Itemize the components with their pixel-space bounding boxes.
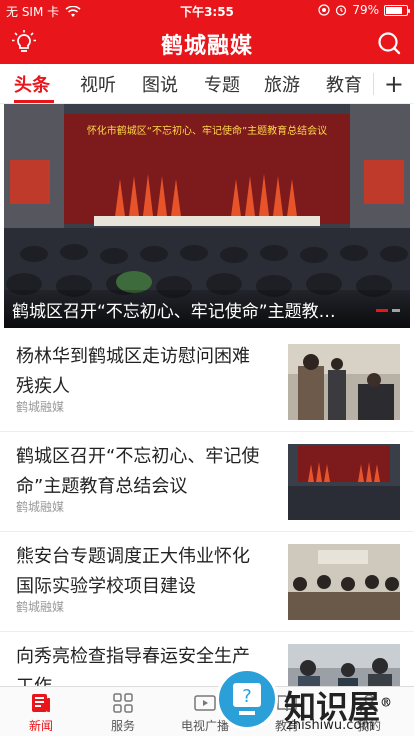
battery-icon bbox=[384, 4, 410, 16]
news-source: 鹤城融媒 bbox=[16, 500, 65, 514]
status-right: 79% bbox=[318, 3, 410, 17]
hero-caption: 鹤城区召开“不忘初心、牢记使命”主题教… bbox=[4, 290, 410, 328]
tab-toutiao[interactable]: 头条 bbox=[14, 71, 50, 97]
battery-fill bbox=[386, 6, 402, 14]
grid-icon bbox=[113, 693, 133, 713]
status-bar: 无 SIM 卡 下午3:55 79% bbox=[0, 0, 414, 22]
nav-services-label: 服务 bbox=[110, 719, 135, 733]
carousel-dot bbox=[392, 309, 400, 312]
nav-news-label: 新闻 bbox=[28, 719, 53, 733]
news-icon bbox=[32, 694, 50, 712]
watermark-domain: zhishiwu.com bbox=[286, 718, 375, 733]
news-thumbnail bbox=[288, 344, 400, 420]
app-header: 鹤城融媒 bbox=[0, 22, 414, 64]
question-icon: ? bbox=[233, 683, 261, 715]
news-title: 杨林华到鹤城区走访慰问困难残疾人 bbox=[16, 346, 250, 397]
news-item-1[interactable]: 杨林华到鹤城区走访慰问困难残疾人 鹤城融媒 bbox=[0, 332, 414, 432]
battery-percent: 79% bbox=[352, 3, 379, 17]
watermark-logo: ? bbox=[216, 668, 278, 730]
category-tabs: 头条 视听 图说 专题 旅游 教育 + bbox=[0, 64, 414, 104]
news-thumbnail bbox=[288, 444, 400, 520]
svg-text:?: ? bbox=[242, 686, 252, 707]
nav-news[interactable]: 新闻 bbox=[0, 691, 82, 734]
hero-carousel[interactable]: 怀化市鹤城区“不忘初心、牢记使命”主题教育总结会议 鹤城区召开“不忘初心、牢记使… bbox=[4, 104, 410, 328]
carousel-dot-active bbox=[376, 309, 388, 312]
news-title: 鹤城区召开“不忘初心、牢记使命”主题教育总结会议 bbox=[16, 446, 260, 497]
news-item-2[interactable]: 鹤城区召开“不忘初心、牢记使命”主题教育总结会议 鹤城融媒 bbox=[0, 432, 414, 532]
tab-lvyou[interactable]: 旅游 bbox=[264, 71, 300, 97]
tab-divider bbox=[373, 73, 374, 95]
news-item-3[interactable]: 熊安台专题调度正大伟业怀化国际实验学校项目建设 鹤城融媒 bbox=[0, 532, 414, 632]
nav-services[interactable]: 服务 bbox=[82, 691, 164, 734]
tab-jiaoyu[interactable]: 教育 bbox=[326, 71, 362, 97]
app-title: 鹤城融媒 bbox=[160, 33, 253, 59]
alarm-icon bbox=[336, 5, 347, 16]
hero-banner-text: 怀化市鹤城区“不忘初心、牢记使命”主题教育总结会议 bbox=[87, 124, 327, 137]
news-source: 鹤城融媒 bbox=[16, 400, 65, 414]
tab-zhuanti[interactable]: 专题 bbox=[204, 71, 240, 97]
news-source: 鹤城融媒 bbox=[16, 600, 65, 614]
search-icon[interactable] bbox=[376, 30, 402, 56]
watermark: ? 知识屋® zhishiwu.com bbox=[214, 660, 414, 736]
news-title: 熊安台专题调度正大伟业怀化国际实验学校项目建设 bbox=[16, 546, 250, 597]
carousel-dots bbox=[376, 309, 400, 312]
location-lock-icon bbox=[318, 4, 330, 16]
news-thumbnail bbox=[288, 544, 400, 620]
tab-tushuo[interactable]: 图说 bbox=[142, 71, 178, 97]
active-tab-indicator bbox=[14, 100, 54, 103]
add-channel-icon[interactable]: + bbox=[384, 72, 404, 96]
tab-shiting[interactable]: 视听 bbox=[80, 71, 116, 97]
